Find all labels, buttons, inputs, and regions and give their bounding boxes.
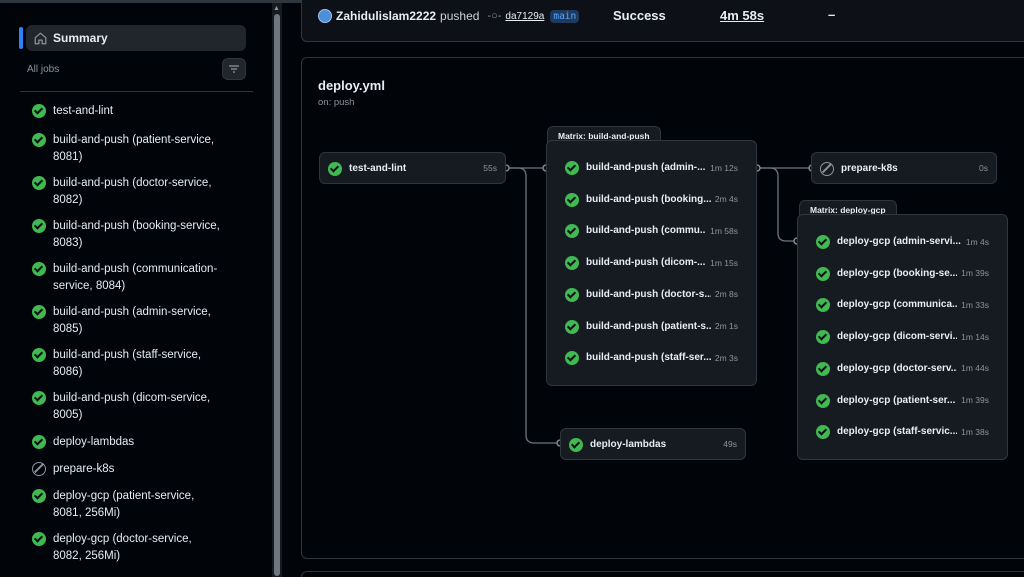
matrix-job-name: deploy-gcp (admin-servi... [837, 236, 961, 247]
matrix-job-duration: 1m 38s [961, 426, 989, 437]
matrix-job-duration: 2m 1s [714, 321, 738, 331]
matrix-job-name: build-and-push (dicom-... [586, 257, 706, 269]
success-check-icon [816, 393, 830, 408]
build-and-push-job-row[interactable]: build-and-push (commu... 1m 58s [547, 223, 756, 239]
deploy-gcp-job-row[interactable]: deploy-gcp (communica... 1m 33s [798, 297, 1007, 313]
build-and-push-job-row[interactable]: build-and-push (patient-s... 2m 1s [547, 319, 756, 334]
success-check-icon [816, 425, 830, 440]
build-and-push-job-row[interactable]: build-and-push (staff-ser... 2m 3s [547, 350, 756, 366]
matrix-deploy-gcp: deploy-gcp (admin-servi... 1m 4s deploy-gc… [797, 214, 1008, 460]
matrix-job-duration: 1m 39s [961, 395, 989, 405]
matrix-job-duration: 2m 3s [714, 352, 738, 363]
matrix-job-duration: 1m 44s [961, 363, 989, 374]
build-and-push-job-row[interactable]: build-and-push (booking... 2m 4s [547, 192, 756, 207]
matrix-job-name: deploy-gcp (dicom-servi... [837, 331, 958, 343]
success-check-icon [565, 161, 579, 175]
matrix-job-name: deploy-gcp (communica... [837, 299, 958, 311]
success-check-icon [565, 224, 579, 239]
matrix-job-name: build-and-push (admin-... [586, 162, 706, 173]
matrix-job-name: deploy-gcp (doctor-serv... [837, 362, 958, 374]
deploy-gcp-job-row[interactable]: deploy-gcp (dicom-servi... 1m 14s [798, 329, 1007, 345]
deploy-gcp-job-row[interactable]: deploy-gcp (doctor-serv... 1m 44s [798, 361, 1007, 376]
success-check-icon [565, 287, 579, 302]
success-check-icon [816, 361, 830, 376]
matrix-build-and-push: build-and-push (admin-... 1m 12s build-and… [546, 140, 757, 386]
success-check-icon [565, 319, 579, 334]
matrix-job-name: deploy-gcp (patient-ser... [837, 394, 956, 406]
job-node-duration: 49s [723, 439, 737, 449]
matrix-job-duration: 2m 8s [714, 289, 738, 300]
success-check-icon [816, 330, 830, 345]
job-node-deploy-lambdas[interactable]: deploy-lambdas 49s [560, 428, 746, 460]
deploy-gcp-job-row[interactable]: deploy-gcp (booking-se... 1m 39s [798, 266, 1007, 281]
success-check-icon [565, 351, 579, 366]
success-check-icon [816, 298, 830, 313]
job-node-name: deploy-lambdas [590, 438, 667, 450]
skipped-icon [820, 161, 834, 176]
deploy-gcp-job-row[interactable]: deploy-gcp (staff-servic... 1m 38s [798, 424, 1007, 440]
connector-build-deploy [757, 167, 797, 242]
success-check-icon [569, 437, 583, 452]
matrix-job-name: build-and-push (patient-s... [586, 320, 711, 332]
success-check-icon [816, 266, 830, 281]
job-node-prepare-k8s[interactable]: prepare-k8s 0s [811, 152, 997, 184]
job-node-name: test-and-lint [349, 162, 407, 174]
matrix-job-duration: 1m 12s [710, 162, 738, 173]
job-node-duration: 55s [483, 163, 497, 173]
build-and-push-job-row[interactable]: build-and-push (admin-... 1m 12s [547, 160, 756, 175]
matrix-job-name: build-and-push (staff-ser... [586, 352, 711, 364]
matrix-job-duration: 2m 4s [714, 194, 738, 205]
matrix-job-duration: 1m 33s [961, 299, 989, 310]
success-check-icon [565, 256, 579, 271]
matrix-job-name: deploy-gcp (booking-se... [837, 267, 958, 279]
matrix-job-name: build-and-push (booking... [586, 193, 711, 205]
deploy-gcp-job-row[interactable]: deploy-gcp (patient-ser... 1m 39s [798, 393, 1007, 408]
matrix-job-duration: 1m 58s [710, 225, 738, 236]
success-check-icon [328, 161, 342, 176]
deploy-gcp-job-row[interactable]: deploy-gcp (admin-servi... 1m 4s [798, 234, 1007, 249]
matrix-job-name: build-and-push (commu... [586, 225, 707, 237]
success-check-icon [816, 235, 830, 249]
matrix-job-duration: 1m 15s [710, 257, 738, 268]
job-node-duration: 0s [979, 163, 988, 173]
build-and-push-job-row[interactable]: build-and-push (doctor-s... 2m 8s [547, 287, 756, 302]
job-node-name: prepare-k8s [841, 162, 898, 174]
matrix-job-name: build-and-push (doctor-s... [586, 288, 711, 300]
matrix-job-duration: 1m 14s [961, 331, 989, 342]
matrix-job-name: deploy-gcp (staff-servic... [837, 426, 958, 438]
build-and-push-job-row[interactable]: build-and-push (dicom-... 1m 15s [547, 255, 756, 271]
matrix-job-duration: 1m 39s [961, 268, 989, 279]
matrix-job-duration: 1m 4s [965, 236, 989, 247]
success-check-icon [565, 192, 579, 207]
job-node-test-and-lint[interactable]: test-and-lint 55s [319, 152, 506, 184]
